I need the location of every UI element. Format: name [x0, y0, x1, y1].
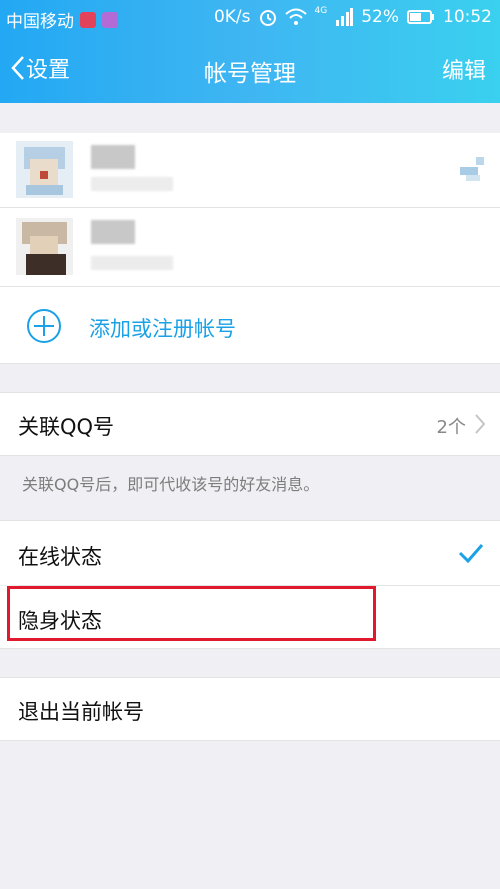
logout-label: 退出当前帐号 — [18, 700, 144, 724]
linked-qq-label: 关联QQ号 — [18, 415, 115, 439]
linked-qq-hint: 关联QQ号后，即可代收该号的好友消息。 — [0, 456, 500, 520]
gallery-icon — [102, 11, 118, 28]
account-id-blurred — [91, 177, 173, 191]
divider — [0, 363, 500, 364]
divider — [0, 648, 500, 649]
account-name-blurred — [91, 220, 135, 244]
header: 中国移动 0K/s 4G 52% 10:52 设置 帐号管理 编辑 — [0, 0, 500, 103]
linked-qq-row[interactable]: 关联QQ号 2个 — [0, 393, 500, 455]
highlight-box — [7, 586, 376, 641]
linked-qq-count: 2个 — [436, 417, 466, 438]
logout-button[interactable]: 退出当前帐号 — [0, 678, 500, 740]
carrier-text: 中国移动 — [6, 12, 74, 32]
online-status-label: 在线状态 — [18, 545, 102, 569]
linked-qq-hint-text: 关联QQ号后，即可代收该号的好友消息。 — [22, 475, 320, 494]
battery-icon — [407, 10, 434, 24]
account-id-blurred — [91, 256, 173, 270]
account-list: 添加或注册帐号 — [0, 133, 500, 363]
plus-circle-icon — [27, 309, 61, 343]
checkmark-icon — [458, 544, 484, 563]
account-item[interactable] — [0, 133, 500, 207]
network-type: 4G — [314, 6, 328, 16]
signal-icon — [336, 8, 354, 26]
online-status-option[interactable]: 在线状态 — [0, 521, 500, 585]
add-account-label: 添加或注册帐号 — [89, 317, 236, 341]
wifi-icon — [284, 8, 307, 25]
alarm-icon — [259, 10, 276, 26]
account-name-blurred — [91, 145, 135, 169]
status-bar: 中国移动 0K/s 4G 52% 10:52 — [0, 0, 500, 34]
nav-bar: 设置 帐号管理 编辑 — [0, 34, 500, 103]
battery-percent: 52% — [361, 7, 399, 27]
edit-button[interactable]: 编辑 — [442, 53, 486, 85]
avatar — [16, 218, 73, 275]
divider — [0, 740, 500, 741]
current-account-icon — [460, 157, 484, 181]
account-item[interactable] — [0, 208, 500, 286]
chevron-right-icon — [475, 414, 486, 434]
avatar — [16, 141, 73, 198]
network-speed: 0K/s — [213, 7, 251, 27]
clock: 10:52 — [443, 7, 492, 27]
page-title: 帐号管理 — [204, 61, 296, 87]
add-account-button[interactable]: 添加或注册帐号 — [0, 287, 500, 363]
notification-icon — [80, 11, 96, 28]
